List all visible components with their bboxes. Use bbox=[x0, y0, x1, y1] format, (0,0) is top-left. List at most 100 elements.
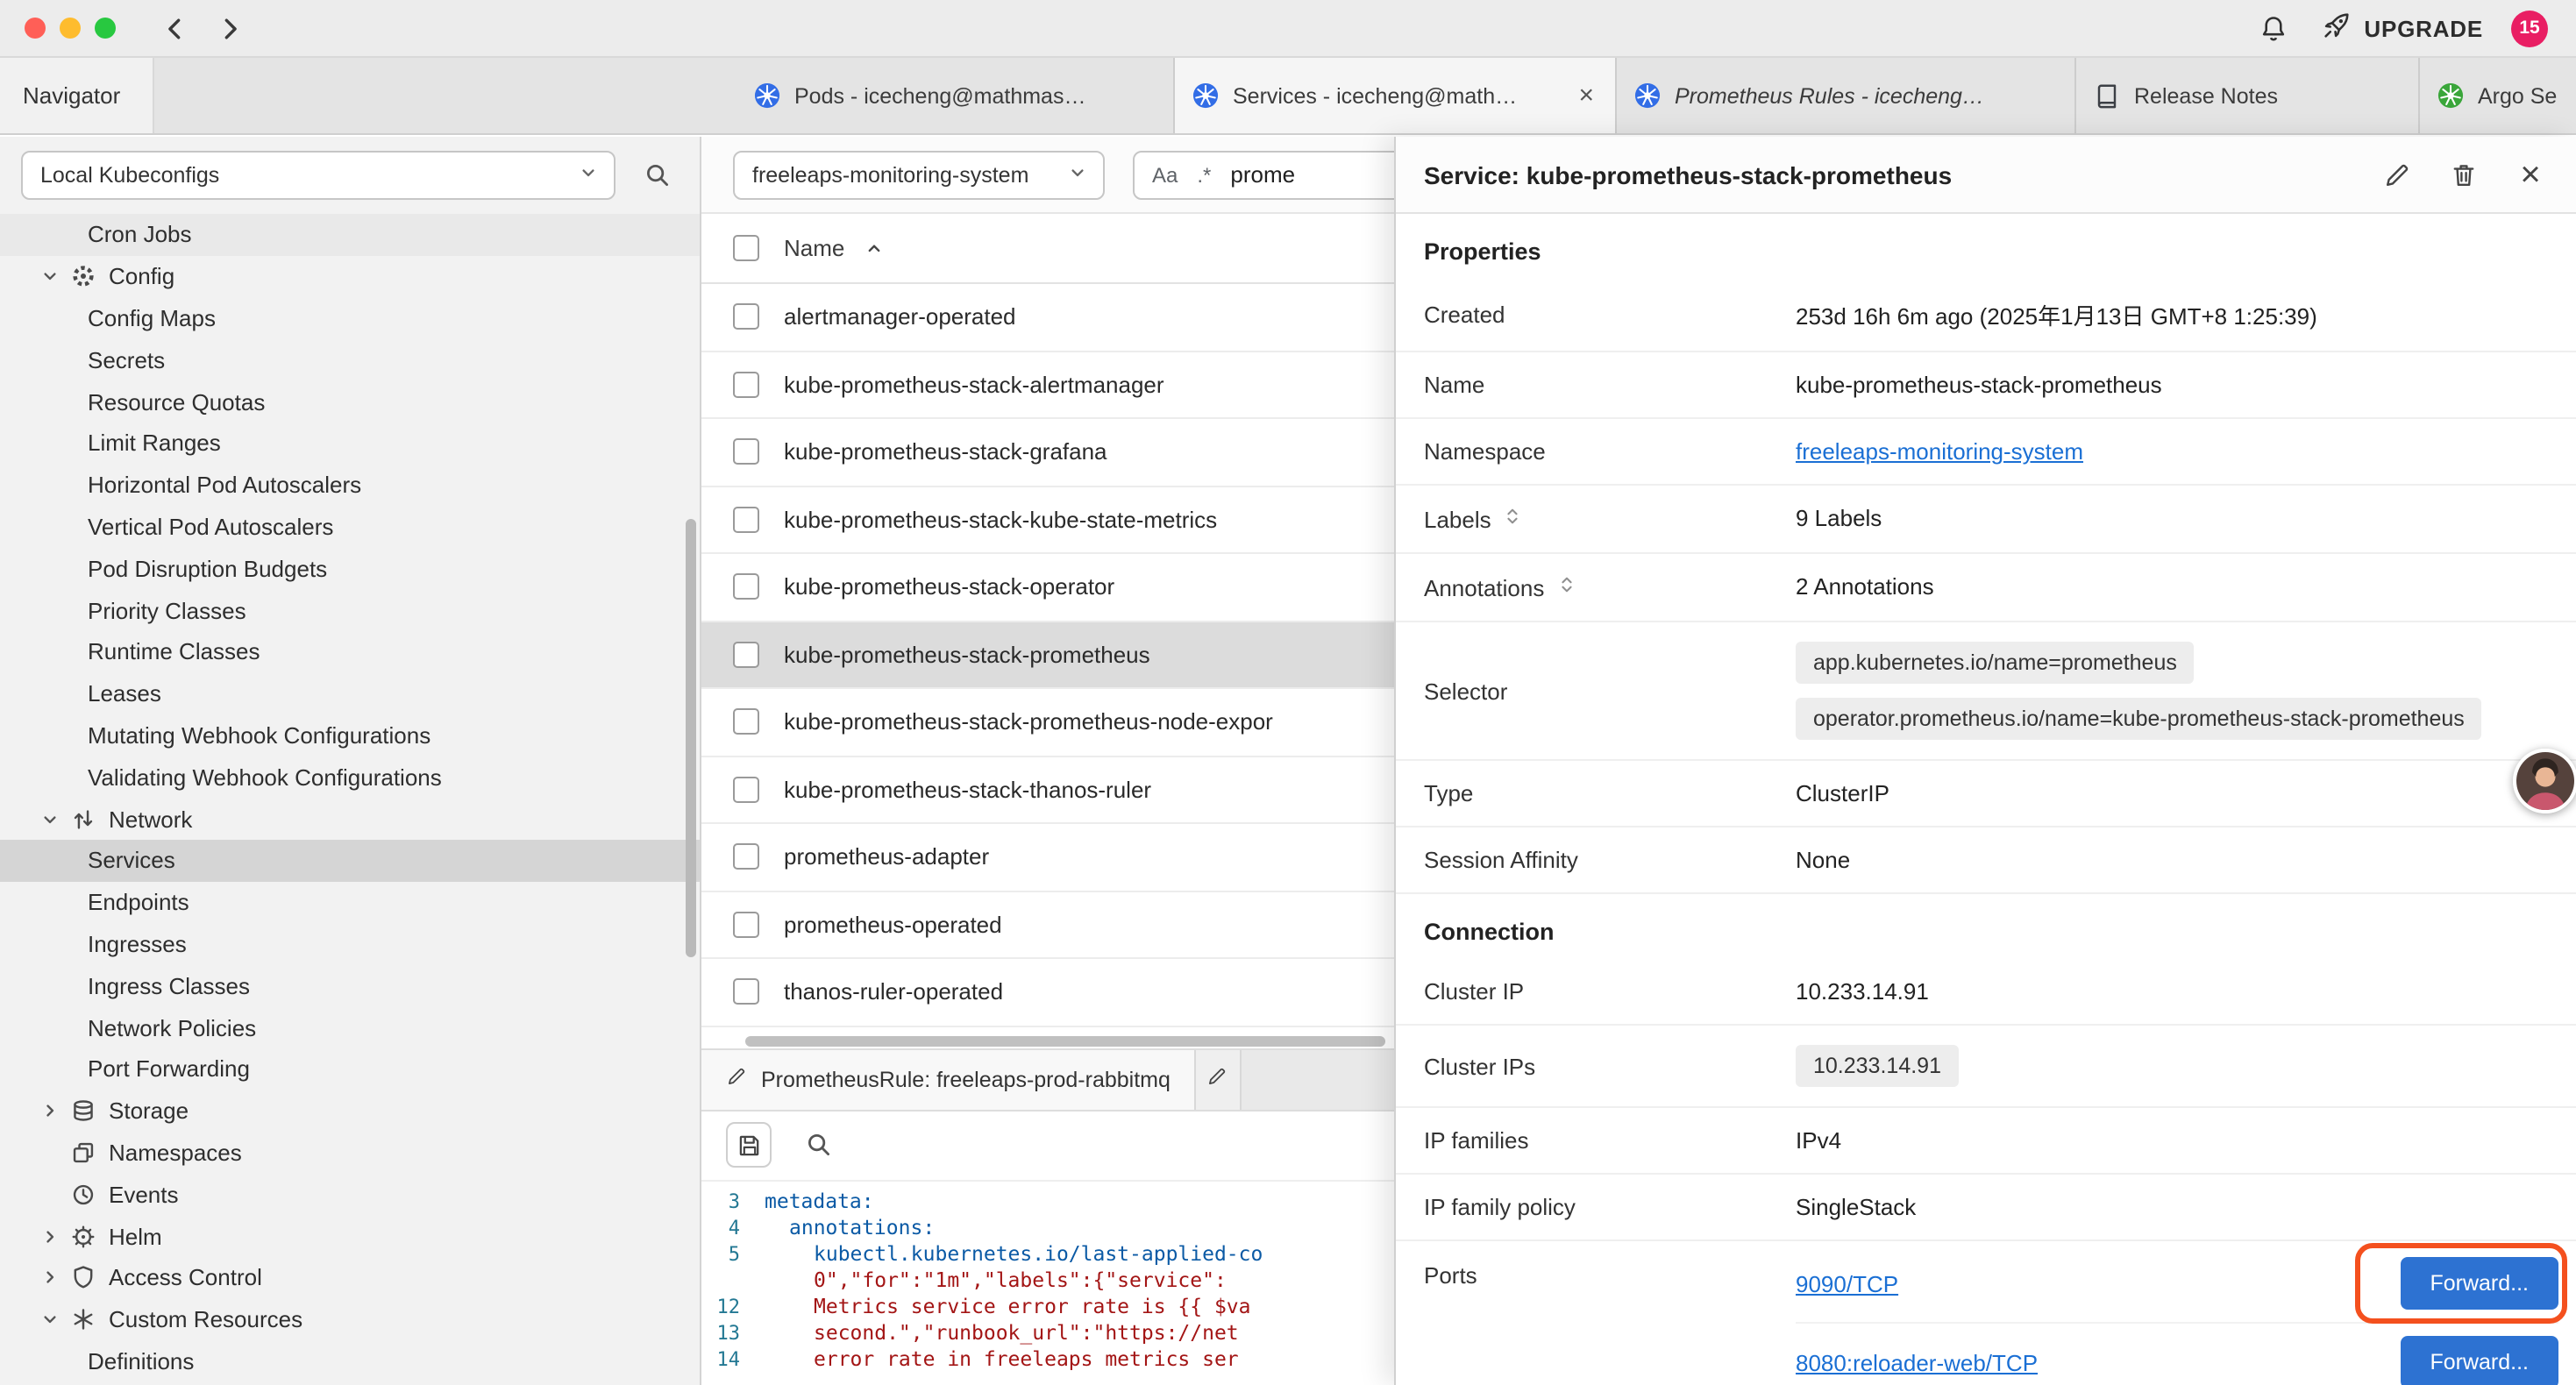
regex-toggle[interactable]: .* bbox=[1197, 162, 1211, 187]
editor-tab-prometheusrule[interactable]: PrometheusRule: freeleaps-prod-rabbitmq bbox=[701, 1049, 1197, 1109]
sidebar-item-cron-jobs[interactable]: Cron Jobs bbox=[0, 214, 700, 256]
tab-services[interactable]: Services - icecheng@math…× bbox=[1175, 58, 1617, 133]
sidebar-item-secrets[interactable]: Secrets bbox=[0, 339, 700, 381]
property-label: Cluster IPs bbox=[1424, 1045, 1796, 1087]
sidebar-item-definitions[interactable]: Definitions bbox=[0, 1340, 700, 1382]
sidebar-item-leases[interactable]: Leases bbox=[0, 673, 700, 715]
sidebar-item-access-control[interactable]: Access Control bbox=[0, 1257, 700, 1299]
sidebar-item-label: Validating Webhook Configurations bbox=[88, 764, 442, 791]
sidebar-item-priority-classes[interactable]: Priority Classes bbox=[0, 589, 700, 631]
expander-icon[interactable] bbox=[1555, 573, 1577, 601]
back-button[interactable] bbox=[151, 5, 196, 51]
row-checkbox[interactable] bbox=[733, 777, 759, 803]
service-name: kube-prometheus-stack-prometheus bbox=[784, 642, 1150, 668]
sidebar-item-network[interactable]: Network bbox=[0, 798, 700, 840]
sidebar-item-namespaces[interactable]: Namespaces bbox=[0, 1132, 700, 1174]
annotation-highlight: Forward... bbox=[2400, 1257, 2558, 1310]
sidebar-item-ingress-classes[interactable]: Ingress Classes bbox=[0, 965, 700, 1007]
namespace-filter[interactable]: freeleaps-monitoring-system bbox=[733, 150, 1105, 199]
port-link[interactable]: 9090/TCP bbox=[1796, 1270, 1898, 1296]
tab-argo[interactable]: Argo Se bbox=[2420, 58, 2576, 133]
save-button[interactable] bbox=[726, 1122, 772, 1168]
sidebar-item-validating-webhook-configurations[interactable]: Validating Webhook Configurations bbox=[0, 756, 700, 799]
sidebar-item-horizontal-pod-autoscalers[interactable]: Horizontal Pod Autoscalers bbox=[0, 465, 700, 507]
sidebar-item-custom-resources[interactable]: Custom Resources bbox=[0, 1298, 700, 1340]
editor-search-icon[interactable] bbox=[796, 1122, 842, 1168]
row-checkbox[interactable] bbox=[733, 642, 759, 668]
expander-icon[interactable] bbox=[1502, 505, 1525, 533]
row-checkbox[interactable] bbox=[733, 709, 759, 735]
property-value: 10.233.14.91 bbox=[1796, 1045, 2558, 1087]
chevron-right-icon[interactable] bbox=[35, 1264, 63, 1292]
sidebar-item-mutating-webhook-configurations[interactable]: Mutating Webhook Configurations bbox=[0, 714, 700, 756]
chevron-right-icon[interactable] bbox=[35, 1222, 63, 1250]
tab-close-icon[interactable]: × bbox=[1575, 81, 1598, 110]
notifications-bell-icon[interactable] bbox=[2252, 7, 2294, 49]
window-minimize-button[interactable] bbox=[60, 18, 81, 39]
sidebar-item-helm[interactable]: Helm bbox=[0, 1215, 700, 1257]
property-label: Type bbox=[1424, 780, 1796, 806]
custom-icon bbox=[68, 1304, 98, 1334]
support-avatar[interactable] bbox=[2513, 749, 2576, 813]
window-zoom-button[interactable] bbox=[95, 18, 116, 39]
service-name: prometheus-adapter bbox=[784, 844, 989, 870]
drawer-row-created: Created253d 16h 6m ago (2025年1月13日 GMT+8… bbox=[1396, 279, 2576, 352]
editor-tab-partial[interactable] bbox=[1197, 1049, 1242, 1109]
drawer-row-labels: Labels9 Labels bbox=[1396, 486, 2576, 554]
sidebar-item-network-policies[interactable]: Network Policies bbox=[0, 1006, 700, 1048]
property-label: Selector bbox=[1424, 642, 1796, 740]
tab-pods[interactable]: Pods - icecheng@mathmas… bbox=[737, 58, 1175, 133]
tab-release-notes[interactable]: Release Notes bbox=[2076, 58, 2420, 133]
row-checkbox[interactable] bbox=[733, 844, 759, 870]
drawer-close-button[interactable]: × bbox=[2513, 157, 2548, 192]
sidebar-item-ingresses[interactable]: Ingresses bbox=[0, 923, 700, 965]
delete-button[interactable] bbox=[2446, 157, 2481, 192]
line-number: 4 bbox=[701, 1214, 765, 1240]
name-column-header[interactable]: Name bbox=[784, 235, 844, 261]
row-checkbox[interactable] bbox=[733, 439, 759, 465]
sidebar-item-resource-quotas[interactable]: Resource Quotas bbox=[0, 380, 700, 423]
chevron-down-icon[interactable] bbox=[35, 262, 63, 290]
sort-ascending-icon[interactable] bbox=[862, 237, 885, 259]
notification-count-badge[interactable]: 15 bbox=[2511, 10, 2548, 46]
row-checkbox[interactable] bbox=[733, 507, 759, 533]
window-close-button[interactable] bbox=[25, 18, 46, 39]
upgrade-button[interactable]: UPGRADE bbox=[2322, 11, 2483, 46]
select-all-checkbox[interactable] bbox=[733, 235, 759, 261]
tab-prometheus-rules[interactable]: Prometheus Rules - icecheng… bbox=[1617, 58, 2076, 133]
forward-button[interactable] bbox=[207, 5, 253, 51]
sidebar-item-config-maps[interactable]: Config Maps bbox=[0, 297, 700, 339]
chevron-down-icon[interactable] bbox=[35, 1305, 63, 1333]
chevron-right-icon[interactable] bbox=[35, 1097, 63, 1125]
sidebar-item-port-forwarding[interactable]: Port Forwarding bbox=[0, 1048, 700, 1090]
sidebar-item-pod-disruption-budgets[interactable]: Pod Disruption Budgets bbox=[0, 548, 700, 590]
port-link[interactable]: 8080:reloader-web/TCP bbox=[1796, 1349, 2038, 1375]
row-checkbox[interactable] bbox=[733, 574, 759, 600]
chevron-down-icon bbox=[1066, 160, 1089, 188]
row-checkbox[interactable] bbox=[733, 304, 759, 330]
sidebar-item-vertical-pod-autoscalers[interactable]: Vertical Pod Autoscalers bbox=[0, 506, 700, 548]
chevron-down-icon[interactable] bbox=[35, 805, 63, 833]
namespace-link[interactable]: freeleaps-monitoring-system bbox=[1796, 438, 2083, 465]
drawer-row-cluster-ip: Cluster IP10.233.14.91 bbox=[1396, 959, 2576, 1026]
kubernetes-blue-icon bbox=[754, 82, 780, 109]
sidebar-item-storage[interactable]: Storage bbox=[0, 1090, 700, 1132]
row-checkbox[interactable] bbox=[733, 912, 759, 938]
sidebar-item-runtime-classes[interactable]: Runtime Classes bbox=[0, 631, 700, 673]
row-checkbox[interactable] bbox=[733, 979, 759, 1005]
match-case-toggle[interactable]: Aa bbox=[1152, 162, 1178, 187]
forward-button[interactable]: Forward... bbox=[2400, 1336, 2558, 1385]
edit-button[interactable] bbox=[2380, 157, 2415, 192]
sidebar-scrollbar[interactable] bbox=[686, 519, 696, 957]
sidebar-item-endpoints[interactable]: Endpoints bbox=[0, 882, 700, 924]
row-checkbox[interactable] bbox=[733, 372, 759, 398]
sidebar-item-label: Network bbox=[109, 806, 192, 832]
sidebar-search-icon[interactable] bbox=[637, 154, 679, 196]
sidebar-item-events[interactable]: Events bbox=[0, 1174, 700, 1216]
kubeconfig-selector[interactable]: Local Kubeconfigs bbox=[21, 151, 616, 200]
scrollbar-thumb[interactable] bbox=[745, 1035, 1385, 1046]
sidebar-item-services[interactable]: Services bbox=[0, 840, 700, 882]
sidebar-item-config[interactable]: Config bbox=[0, 256, 700, 298]
sidebar-item-limit-ranges[interactable]: Limit Ranges bbox=[0, 423, 700, 465]
forward-button[interactable]: Forward... bbox=[2400, 1257, 2558, 1310]
